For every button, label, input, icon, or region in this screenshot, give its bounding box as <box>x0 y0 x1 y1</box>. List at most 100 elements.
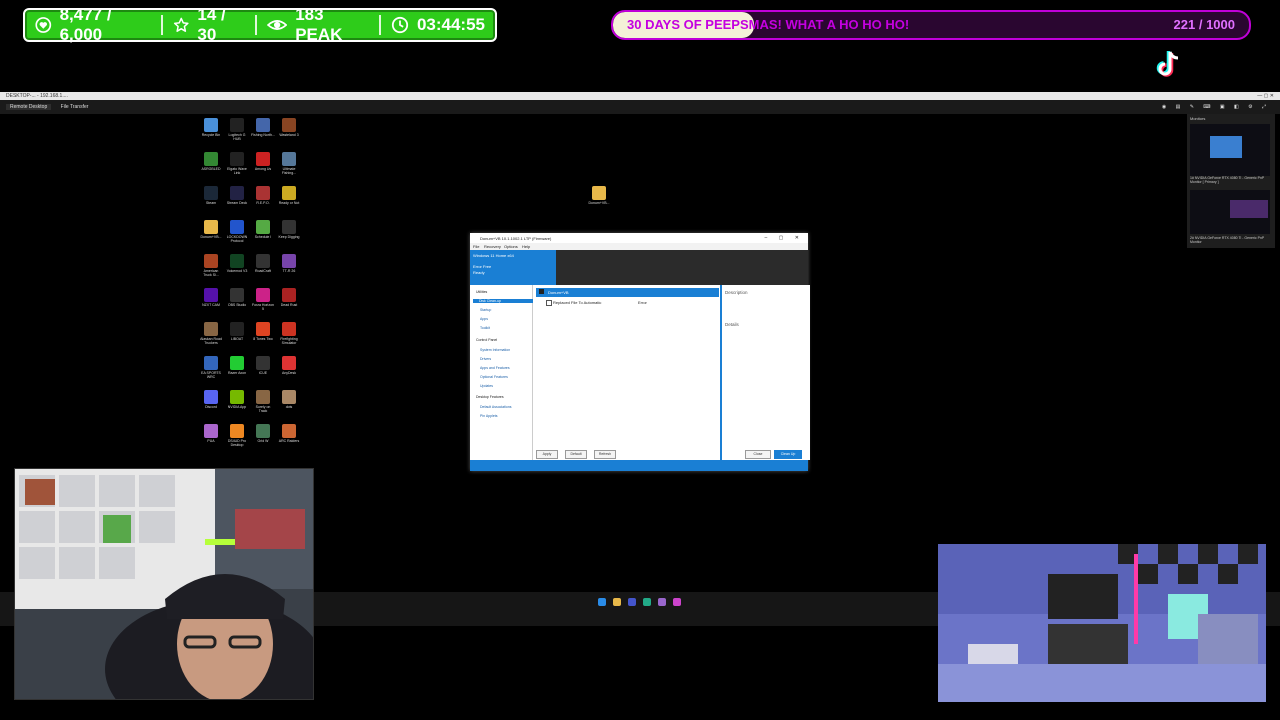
desktop-icon[interactable]: Schedule I <box>251 220 275 239</box>
desktop-icon[interactable]: Forza Horizon 5 <box>251 288 275 311</box>
desktop-icon[interactable]: Alaskan Road Truckers <box>199 322 223 345</box>
desktop-icon[interactable]: Ready or Not <box>277 186 301 205</box>
app-icon-2[interactable] <box>673 598 681 606</box>
desktop-icon[interactable]: iCUE <box>251 356 275 375</box>
desktop-icon[interactable]: Grid W <box>251 424 275 443</box>
dialog-header-info: Windows 11 Home x64 Error Free Ready <box>470 250 556 285</box>
desktop-icon[interactable]: Wasteland 3 <box>277 118 301 137</box>
desktop-icon[interactable]: Firefighting Simulator <box>277 322 301 345</box>
desktop-icon[interactable]: LOCKDOWN Protocol <box>225 220 249 243</box>
sidebar-item-default-associations[interactable]: Default Associations <box>480 405 512 409</box>
desktop-icon-label: dots <box>285 405 293 409</box>
app-shortcut-icon <box>204 424 218 438</box>
uptime-stat: 03:44:55 <box>381 10 495 40</box>
desktop-icon-label: Recycle Bin <box>201 133 221 137</box>
desktop-icon[interactable]: Fishing North... <box>251 118 275 137</box>
monitor-1-label: 1# NVIDIA GeForce RTX 4080 Ti - Generic … <box>1190 176 1265 184</box>
desktop-icon[interactable]: LIBOAT <box>225 322 249 341</box>
desktop-icon[interactable]: Ultimate Fishing... <box>277 152 301 175</box>
monitor-1-preview[interactable] <box>1190 124 1270 176</box>
list-header[interactable]: Donum+VB <box>536 288 719 297</box>
desktop-icon[interactable]: 8 Tones Two <box>251 322 275 341</box>
desktop-icon[interactable]: R.E.P.O. <box>251 186 275 205</box>
desktop-icon[interactable]: Keep Digging <box>277 220 301 239</box>
header-status: Error Free <box>473 264 492 269</box>
monitor-2-preview[interactable] <box>1190 190 1270 234</box>
sidebar-item-updates[interactable]: Updates <box>480 384 493 388</box>
sidebar-item-disk-cleanup[interactable]: Disk Clean-up <box>473 299 537 303</box>
desktop-icon[interactable]: DS4UD Pro Desktop <box>225 424 249 447</box>
sidebar-item-toolkit[interactable]: Toolkit <box>480 326 490 330</box>
desktop-icon-label: NZXT CAM <box>202 303 220 307</box>
desktop-icon[interactable]: AnyDesk <box>277 356 301 375</box>
sidebar-item-startup[interactable]: Startup <box>480 308 491 312</box>
monitor-2-window <box>1230 200 1268 218</box>
tab-remote-desktop[interactable]: Remote Desktop <box>6 104 52 110</box>
desktop-icon-label: iCUE <box>258 371 268 375</box>
desktop-icon[interactable]: Discord <box>199 390 223 409</box>
desktop-icon[interactable]: PUA <box>199 424 223 443</box>
sidebar-item-optional-features[interactable]: Optional Features <box>480 375 508 379</box>
sidebar-item-pin-applets[interactable]: Pin Applets <box>480 414 498 418</box>
desktop-icon[interactable]: Stream Deck <box>225 186 249 205</box>
desktop-icon[interactable]: Surely on Track <box>251 390 275 413</box>
uptime-timer: 03:44:55 <box>416 15 486 34</box>
file-explorer-icon[interactable] <box>613 598 621 606</box>
sidebar-item-apps-features[interactable]: Apps and Features <box>480 366 510 370</box>
list-item[interactable]: Replaced File To Automatic Error <box>546 300 706 306</box>
menu-file[interactable]: File <box>473 244 479 249</box>
desktop-icon[interactable]: Among Us <box>251 152 275 171</box>
close-button[interactable]: Close <box>745 450 771 459</box>
webcam-room <box>938 544 1266 702</box>
discord-icon[interactable] <box>658 598 666 606</box>
default-button[interactable]: Default <box>565 450 587 459</box>
desktop-icon[interactable]: ASRGBLED <box>199 152 223 171</box>
desktop-icon[interactable]: Voicemod V3 <box>225 254 249 273</box>
app-icon[interactable] <box>628 598 636 606</box>
stars-stat: 14 / 30 <box>163 5 255 44</box>
desktop-folder[interactable]: Donum+VB... <box>587 186 611 205</box>
apply-button[interactable]: Apply <box>536 450 558 459</box>
desktop-icon[interactable]: Steam <box>199 186 223 205</box>
sidebar-item-apps[interactable]: Apps <box>480 317 488 321</box>
sidebar-item-system-info[interactable]: System Information <box>480 348 510 352</box>
app-shortcut-icon <box>230 424 244 438</box>
checkbox-icon[interactable] <box>539 289 544 294</box>
desktop-icon[interactable]: Dead Rust <box>277 288 301 307</box>
window-controls[interactable]: — ▢ ✕ <box>1257 92 1274 100</box>
desktop-icon[interactable]: OBS Studio <box>225 288 249 307</box>
desktop-icon[interactable]: ARC Raiders <box>277 424 301 443</box>
tab-file-transfer[interactable]: File Transfer <box>61 104 89 110</box>
desktop-icon-label: Razer Axon <box>227 371 247 375</box>
desktop-icon-label: LOCKDOWN Protocol <box>226 235 248 243</box>
desktop-icon[interactable]: RoadCraft <box>251 254 275 273</box>
desktop-icon[interactable]: Logitech G HUB <box>225 118 249 141</box>
monitor-2-label: 2# NVIDIA GeForce RTX 4080 Ti - Generic … <box>1190 236 1265 244</box>
desktop-icon[interactable]: Recycle Bin <box>199 118 223 137</box>
menu-recovery[interactable]: Recovery <box>484 244 501 249</box>
desktop-icon[interactable]: Donum+VB... <box>199 220 223 239</box>
desktop-icon[interactable]: TT-R 26 <box>277 254 301 273</box>
menu-help[interactable]: Help <box>522 244 530 249</box>
sidebar-group-control-panel: Control Panel <box>476 338 498 342</box>
desktop-icon[interactable]: EA SPORTS WRC <box>199 356 223 379</box>
dialog-window-controls[interactable]: – ▢ ✕ <box>765 235 804 241</box>
goal-count: 221 / 1000 <box>1173 17 1235 32</box>
item-checkbox-icon[interactable] <box>546 300 552 306</box>
desktop-icon[interactable]: NVIDIA App <box>225 390 249 409</box>
sidebar-item-drivers[interactable]: Drivers <box>480 357 491 361</box>
desktop-icon[interactable]: dots <box>277 390 301 409</box>
dialog-status-bar <box>470 460 808 471</box>
browser-icon[interactable] <box>643 598 651 606</box>
menu-options[interactable]: Options <box>504 244 518 249</box>
desktop-icon[interactable]: Razer Axon <box>225 356 249 375</box>
desktop-icon[interactable]: NZXT CAM <box>199 288 223 307</box>
desktop-icon-label: Stream Deck <box>226 201 248 205</box>
clean-up-button[interactable]: Clean Up <box>774 450 802 459</box>
refresh-button[interactable]: Refresh <box>594 450 616 459</box>
start-icon[interactable] <box>598 598 606 606</box>
toolbar-action-icons[interactable]: ◉ ▤ ✎ ⌨ ▣ ◧ ⚙ ⤢ <box>1162 100 1270 114</box>
desktop-icon[interactable]: American Truck Si... <box>199 254 223 277</box>
app-shortcut-icon <box>282 322 296 336</box>
desktop-icon[interactable]: Elgato Wave Link <box>225 152 249 175</box>
